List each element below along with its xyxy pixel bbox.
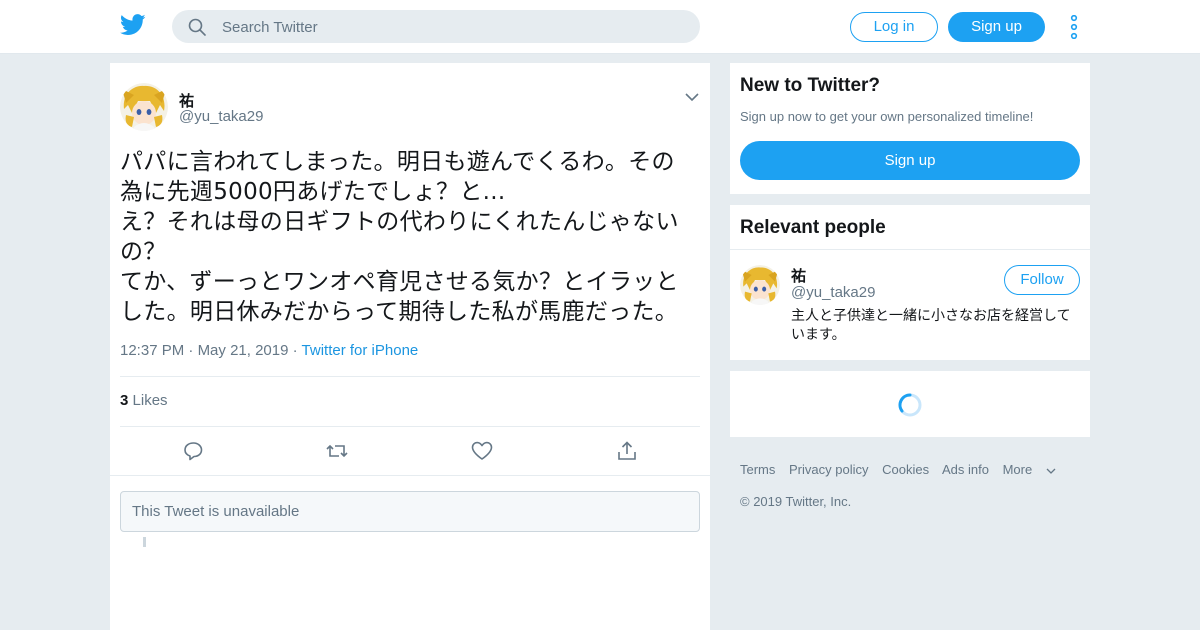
avatar-image	[120, 83, 168, 131]
retweet-icon[interactable]	[325, 439, 349, 463]
footer-link-cookies[interactable]: Cookies	[882, 462, 929, 477]
search-input[interactable]	[220, 10, 684, 45]
share-icon[interactable]	[615, 439, 639, 463]
footer: Terms Privacy policy Cookies Ads info Mo…	[740, 462, 1090, 509]
footer-links: Terms Privacy policy Cookies Ads info Mo…	[740, 462, 1090, 477]
footer-link-ads-info[interactable]: Ads info	[942, 462, 989, 477]
likes-count[interactable]: 3 Likes	[120, 392, 168, 409]
person-name[interactable]: 祐	[791, 265, 806, 286]
divider	[110, 475, 710, 476]
relevant-people-card: Relevant people 祐 @yu_taka29 Follow 主人と子…	[730, 205, 1090, 360]
person-handle[interactable]: @yu_taka29	[791, 284, 875, 301]
tweet-date[interactable]: May 21, 2019	[198, 342, 289, 359]
tweet-text: パパに言われてしまった。明日も遊んでくるわ。その 為に先週5000円あげたでしょ…	[120, 149, 679, 325]
likes-label: Likes	[132, 392, 168, 409]
search-icon	[188, 18, 206, 36]
loading-spinner-icon	[898, 393, 922, 417]
follow-button[interactable]: Follow	[1004, 265, 1080, 295]
signup-button[interactable]: Sign up	[948, 12, 1045, 42]
tweet-source-link[interactable]: Twitter for iPhone	[302, 342, 419, 359]
footer-more-label: More	[1002, 462, 1033, 477]
tweet-meta: 12:37 PM · May 21, 2019 · Twitter for iP…	[120, 342, 418, 359]
chevron-down-icon[interactable]	[684, 90, 700, 104]
divider	[120, 426, 700, 427]
sidebar-signup-button[interactable]: Sign up	[740, 141, 1080, 180]
divider	[730, 249, 1090, 250]
tweet-time[interactable]: 12:37 PM	[120, 342, 184, 359]
footer-link-terms[interactable]: Terms	[740, 462, 775, 477]
tweet-card: 祐 @yu_taka29 パパに言われてしまった。明日も遊んでくるわ。その 為に…	[110, 63, 710, 630]
avatar-image	[740, 265, 780, 305]
search-bar[interactable]	[172, 10, 700, 45]
heart-icon[interactable]	[470, 439, 494, 463]
meta-separator: ·	[188, 342, 198, 359]
twitter-bird-icon[interactable]	[120, 14, 146, 36]
meta-separator: ·	[292, 342, 302, 359]
avatar[interactable]	[120, 83, 168, 131]
chevron-down-icon	[1046, 468, 1056, 474]
vertical-dots-icon[interactable]	[1070, 15, 1078, 39]
login-button[interactable]: Log in	[850, 12, 938, 42]
footer-link-more[interactable]: More	[1003, 462, 1056, 477]
thread-line	[143, 537, 146, 547]
copyright: © 2019 Twitter, Inc.	[740, 494, 852, 509]
unavailable-tweet-notice: This Tweet is unavailable	[120, 491, 700, 532]
footer-link-privacy[interactable]: Privacy policy	[789, 462, 868, 477]
reply-icon[interactable]	[181, 439, 205, 463]
person-bio: 主人と子供達と一緒に小さなお店を経営しています。	[791, 308, 1071, 343]
likes-number: 3	[120, 392, 129, 409]
tweet-author-handle[interactable]: @yu_taka29	[179, 108, 263, 125]
loading-card	[730, 371, 1090, 437]
signup-promo-title: New to Twitter?	[740, 75, 881, 96]
signup-promo-subtitle: Sign up now to get your own personalized…	[740, 109, 1034, 124]
signup-promo-card: New to Twitter? Sign up now to get your …	[730, 63, 1090, 194]
divider	[120, 376, 700, 377]
relevant-people-title: Relevant people	[740, 217, 886, 238]
top-bar: Log in Sign up	[0, 0, 1200, 54]
avatar[interactable]	[740, 265, 780, 305]
